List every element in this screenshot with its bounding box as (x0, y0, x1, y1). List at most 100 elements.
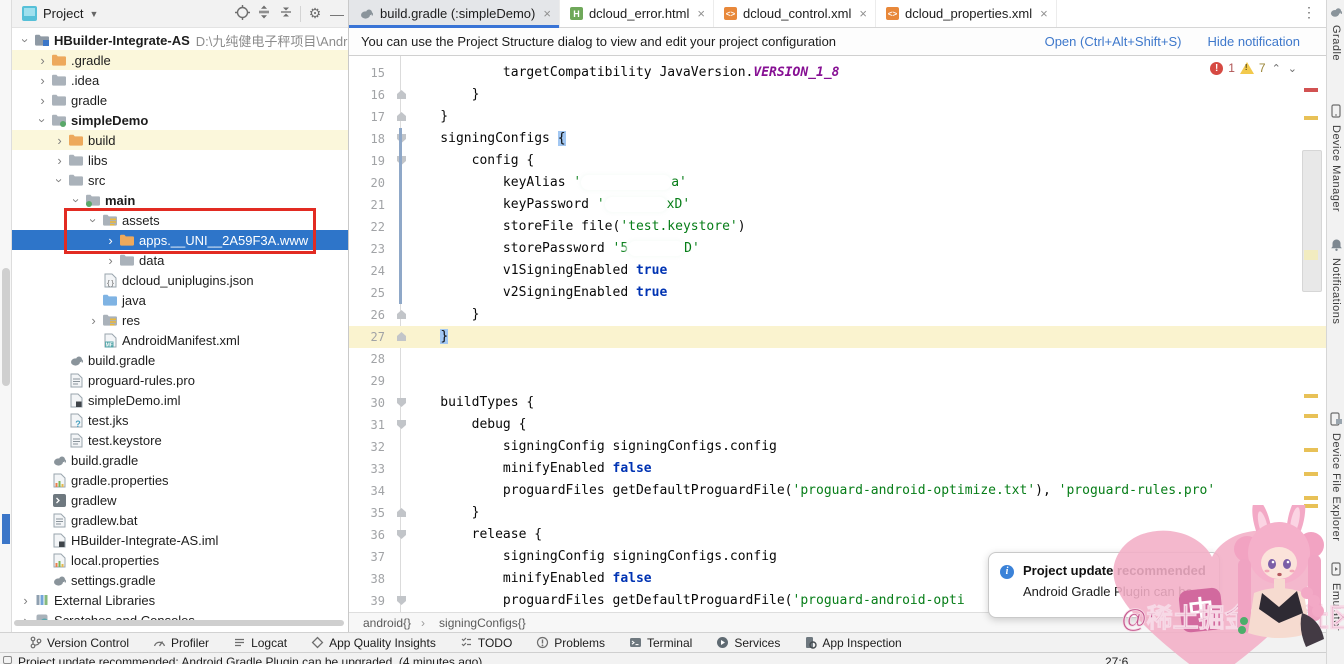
event-log-icon[interactable] (3, 656, 12, 664)
tree-vertical-scrollbar[interactable] (0, 0, 12, 632)
prev-problem-icon[interactable]: ⌃ (1271, 62, 1282, 75)
close-icon[interactable]: × (697, 6, 705, 21)
code-line-24[interactable]: 24 v1SigningEnabled true (349, 260, 1326, 282)
tree-item-gradlew[interactable]: gradlew (12, 490, 348, 510)
code-line-29[interactable]: 29 (349, 370, 1326, 392)
expand-all-icon[interactable] (253, 5, 275, 22)
code-line-25[interactable]: 25 v2SigningEnabled true (349, 282, 1326, 304)
tree-item-external-libraries[interactable]: › External Libraries (12, 590, 348, 610)
stripe-emulator[interactable]: Emulator (1327, 562, 1344, 631)
upgrade-link[interactable]: upg (1196, 584, 1218, 599)
tree-item-build-gradle[interactable]: build.gradle (12, 450, 348, 470)
tree-item-java[interactable]: java (12, 290, 348, 310)
code-line-32[interactable]: 32 signingConfig signingConfigs.config (349, 436, 1326, 458)
code-line-30[interactable]: 30 buildTypes { (349, 392, 1326, 414)
code-line-19[interactable]: 19 config { (349, 150, 1326, 172)
tree-chevron-icon[interactable]: › (35, 94, 50, 107)
code-line-17[interactable]: 17 } (349, 106, 1326, 128)
tab-overflow-icon[interactable]: ⋮ (1302, 0, 1326, 27)
code-line-16[interactable]: 16 } (349, 84, 1326, 106)
tree-item-simpledemo[interactable]: › simpleDemo (12, 110, 348, 130)
tree-item-androidmanifest-xml[interactable]: MF AndroidManifest.xml (12, 330, 348, 350)
toolbar-version-control[interactable]: Version Control (30, 636, 129, 650)
open-project-structure-link[interactable]: Open (Ctrl+Alt+Shift+S) (1045, 34, 1182, 49)
tab-build-gradle-simpledemo-[interactable]: build.gradle (:simpleDemo) × (349, 0, 560, 28)
fold-marker-icon[interactable] (397, 310, 406, 319)
tree-item--idea[interactable]: › .idea (12, 70, 348, 90)
close-icon[interactable]: × (1040, 6, 1048, 21)
code-line-33[interactable]: 33 minifyEnabled false (349, 458, 1326, 480)
code-line-23[interactable]: 23 storePassword '5 D' (349, 238, 1326, 260)
fold-marker-icon[interactable] (397, 508, 406, 517)
tree-chevron-icon[interactable]: › (52, 173, 67, 188)
tree-chevron-icon[interactable]: › (35, 113, 50, 128)
locate-file-icon[interactable] (231, 4, 253, 23)
chevron-down-icon[interactable]: ▼ (89, 9, 98, 19)
tree-item-apps-uni-2a59f3a-www[interactable]: › apps.__UNI__2A59F3A.www (12, 230, 348, 250)
toolbar-problems[interactable]: Problems (536, 636, 605, 650)
stripe-device-file-explorer[interactable]: Device File Explorer (1327, 412, 1344, 541)
code-line-35[interactable]: 35 } (349, 502, 1326, 524)
tree-chevron-icon[interactable]: › (86, 213, 101, 228)
fold-marker-icon[interactable] (397, 596, 406, 605)
project-panel-title[interactable]: Project (43, 6, 83, 21)
fold-marker-icon[interactable] (397, 332, 406, 341)
tree-item-res[interactable]: › res (12, 310, 348, 330)
tab-dcloud-properties-xml[interactable]: <> dcloud_properties.xml × (876, 0, 1057, 27)
tree-chevron-icon[interactable]: › (35, 74, 50, 87)
stripe-device-manager[interactable]: Device Manager (1327, 104, 1344, 212)
tree-item-settings-gradle[interactable]: settings.gradle (12, 570, 348, 590)
tree-item-src[interactable]: › src (12, 170, 348, 190)
next-problem-icon[interactable]: ⌄ (1287, 62, 1298, 75)
code-line-36[interactable]: 36 release { (349, 524, 1326, 546)
toolbar-todo[interactable]: TODO (460, 636, 512, 650)
tab-dcloud-control-xml[interactable]: <> dcloud_control.xml × (714, 0, 876, 27)
toolbar-app-quality-insights[interactable]: App Quality Insights (311, 636, 436, 650)
toolbar-terminal[interactable]: Terminal (629, 636, 692, 650)
collapse-all-icon[interactable] (275, 5, 297, 22)
tree-chevron-icon[interactable]: › (18, 594, 33, 607)
tree-chevron-icon[interactable]: › (103, 254, 118, 267)
fold-marker-icon[interactable] (397, 530, 406, 539)
code-line-28[interactable]: 28 (349, 348, 1326, 370)
inspections-widget[interactable]: ! 1 7 ⌃ ⌄ (1210, 61, 1298, 75)
tree-item-gradle-properties[interactable]: gradle.properties (12, 470, 348, 490)
stripe-gradle[interactable]: Gradle (1327, 6, 1344, 61)
code-line-20[interactable]: 20 keyAlias ' a' (349, 172, 1326, 194)
code-line-22[interactable]: 22 storeFile file('test.keystore') (349, 216, 1326, 238)
toolbar-profiler[interactable]: Profiler (153, 636, 209, 650)
tree-item-build[interactable]: › build (12, 130, 348, 150)
toolbar-app-inspection[interactable]: App Inspection (804, 636, 902, 650)
tree-chevron-icon[interactable]: › (18, 33, 33, 48)
toolbar-logcat[interactable]: Logcat (233, 636, 287, 650)
tree-chevron-icon[interactable]: › (52, 154, 67, 167)
tree-chevron-icon[interactable]: › (35, 54, 50, 67)
hide-panel-icon[interactable]: — (326, 6, 348, 22)
code-editor[interactable]: 15 targetCompatibility JavaVersion.VERSI… (349, 56, 1326, 612)
tree-item-test-jks[interactable]: ? test.jks (12, 410, 348, 430)
toolbar-services[interactable]: Services (716, 636, 780, 650)
tree-item-test-keystore[interactable]: test.keystore (12, 430, 348, 450)
editor-scrollbar-thumb[interactable] (1302, 150, 1322, 292)
tree-chevron-icon[interactable]: › (86, 314, 101, 327)
gear-icon[interactable]: ⚙ (304, 5, 326, 22)
code-line-31[interactable]: 31 debug { (349, 414, 1326, 436)
tree-item-libs[interactable]: › libs (12, 150, 348, 170)
hide-notification-link[interactable]: Hide notification (1208, 34, 1301, 49)
scrollbar-thumb[interactable] (2, 268, 10, 386)
stripe-notifications[interactable]: Notifications (1327, 238, 1344, 324)
tree-item-data[interactable]: › data (12, 250, 348, 270)
fold-marker-icon[interactable] (397, 398, 406, 407)
editor-scrollbar[interactable] (1300, 56, 1326, 612)
code-line-18[interactable]: 18 signingConfigs { (349, 128, 1326, 150)
status-message[interactable]: Project update recommended: Android Grad… (18, 655, 482, 664)
tree-chevron-icon[interactable]: › (103, 234, 118, 247)
code-line-34[interactable]: 34 proguardFiles getDefaultProguardFile(… (349, 480, 1326, 502)
tree-item-scratches-and-consoles[interactable]: › Scratches and Consoles (12, 610, 348, 620)
tree-chevron-icon[interactable]: › (52, 134, 67, 147)
code-line-27[interactable]: 27 } (349, 326, 1326, 348)
update-popup[interactable]: i Project update recommended Android Gra… (988, 552, 1220, 618)
fold-marker-icon[interactable] (397, 420, 406, 429)
code-line-26[interactable]: 26 } (349, 304, 1326, 326)
code-line-15[interactable]: 15 targetCompatibility JavaVersion.VERSI… (349, 62, 1326, 84)
